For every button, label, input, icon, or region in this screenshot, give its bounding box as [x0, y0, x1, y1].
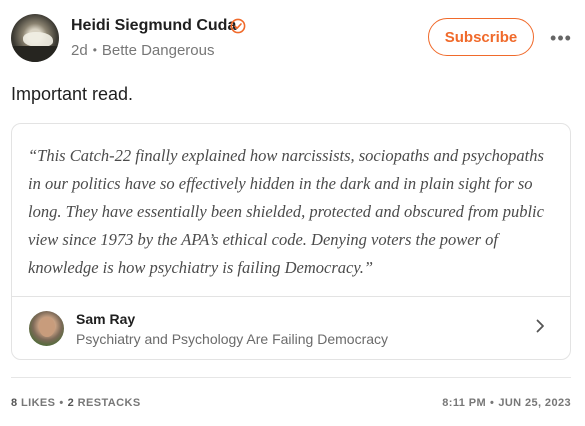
likes-label[interactable]: LIKES [21, 397, 55, 409]
quote-text: “This Catch-22 finally explained how nar… [28, 146, 544, 277]
publication-name[interactable]: Bette Dangerous [102, 42, 215, 59]
ref-author-name: Sam Ray [76, 311, 136, 327]
timestamp-separator: • [490, 397, 495, 409]
author-name[interactable]: Heidi Siegmund Cuda [71, 17, 236, 35]
post-timestamp[interactable]: 8:11 PM • JUN 25, 2023 [442, 397, 571, 409]
ref-article-title: Psychiatry and Psychology Are Failing De… [76, 331, 389, 347]
stats-separator: • [59, 397, 64, 409]
more-options-icon[interactable]: ••• [549, 26, 573, 50]
quote-card[interactable]: “This Catch-22 finally explained how nar… [11, 123, 571, 360]
post-age: 2d [71, 42, 88, 59]
post-meta: 2d • Bette Dangerous [71, 42, 214, 59]
likes-count[interactable]: 8 [11, 397, 18, 409]
post-date: JUN 25, 2023 [498, 397, 571, 409]
ref-avatar-face [39, 317, 55, 337]
card-divider [12, 296, 570, 297]
post-stats: 8 LIKES • 2 RESTACKS [11, 397, 141, 409]
author-avatar[interactable] [11, 14, 59, 62]
avatar-figure [23, 32, 53, 47]
footer-divider [11, 377, 571, 378]
post-text: Important read. [11, 84, 134, 104]
meta-separator: • [92, 43, 97, 57]
restacks-count[interactable]: 2 [68, 397, 75, 409]
verified-badge-icon [230, 18, 246, 34]
avatar-shadow [11, 46, 59, 62]
post-time: 8:11 PM [442, 397, 487, 409]
chevron-right-icon[interactable] [532, 318, 548, 334]
subscribe-button[interactable]: Subscribe [428, 18, 534, 56]
restacks-label[interactable]: RESTACKS [78, 397, 141, 409]
ref-author-avatar [29, 311, 64, 346]
